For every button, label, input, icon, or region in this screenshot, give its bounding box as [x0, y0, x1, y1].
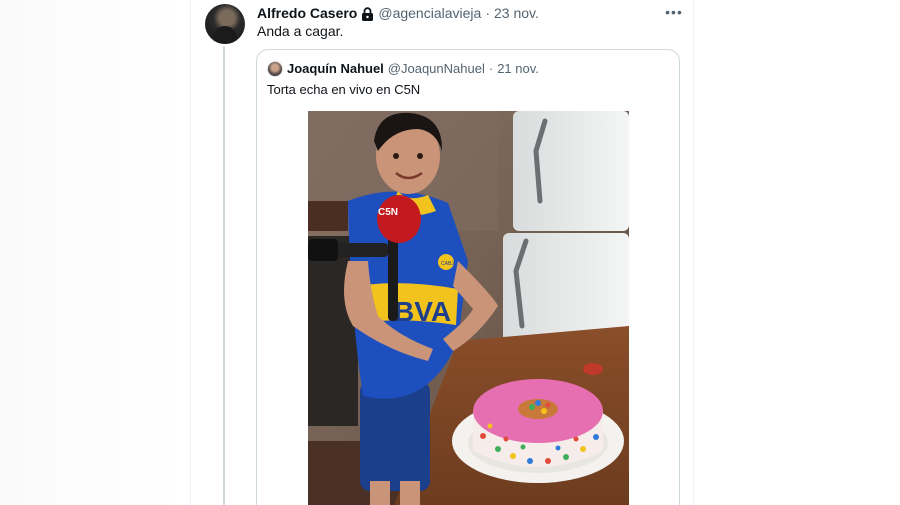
author-handle[interactable]: @agencialavieja — [378, 4, 481, 22]
quoted-author-name[interactable]: Joaquín Nahuel — [287, 60, 384, 78]
timeline-left-border — [190, 0, 191, 505]
jersey-text: BVA — [394, 296, 451, 327]
timeline-right-border — [693, 0, 694, 505]
tweet-header: Alfredo Casero @agencialavieja · 23 nov. — [257, 4, 539, 22]
tweet-date[interactable]: 23 nov. — [494, 4, 539, 22]
lock-icon — [361, 7, 374, 21]
header-separator: · — [485, 5, 490, 21]
mic-flag-text: C5N — [378, 207, 398, 218]
quoted-tweet-date[interactable]: 21 nov. — [497, 60, 539, 78]
quoted-tweet-header: Joaquín Nahuel @JoaqunNahuel · 21 nov. — [287, 60, 539, 78]
quoted-author-handle[interactable]: @JoaqunNahuel — [388, 60, 485, 78]
more-options-icon[interactable]: ••• — [664, 4, 684, 20]
quoted-tweet-card[interactable]: Joaquín Nahuel @JoaqunNahuel · 21 nov. T… — [256, 49, 680, 505]
photo-boy-with-cake: BVA CABJ C5N — [308, 111, 629, 505]
author-name[interactable]: Alfredo Casero — [257, 4, 357, 22]
tweet-text: Anda a cagar. — [257, 23, 344, 39]
quoted-tweet-text: Torta echa en vivo en C5N — [267, 82, 421, 97]
badge-text: CABJ — [441, 261, 454, 267]
twitter-thread-screenshot: Alfredo Casero @agencialavieja · 23 nov.… — [0, 0, 900, 505]
quoted-author-avatar[interactable] — [267, 61, 283, 77]
quoted-header-separator: · — [488, 61, 494, 76]
author-avatar[interactable] — [205, 4, 245, 44]
left-background — [0, 0, 185, 505]
quoted-tweet-photo[interactable]: BVA CABJ C5N — [308, 111, 629, 505]
thread-connector-line — [223, 46, 225, 505]
